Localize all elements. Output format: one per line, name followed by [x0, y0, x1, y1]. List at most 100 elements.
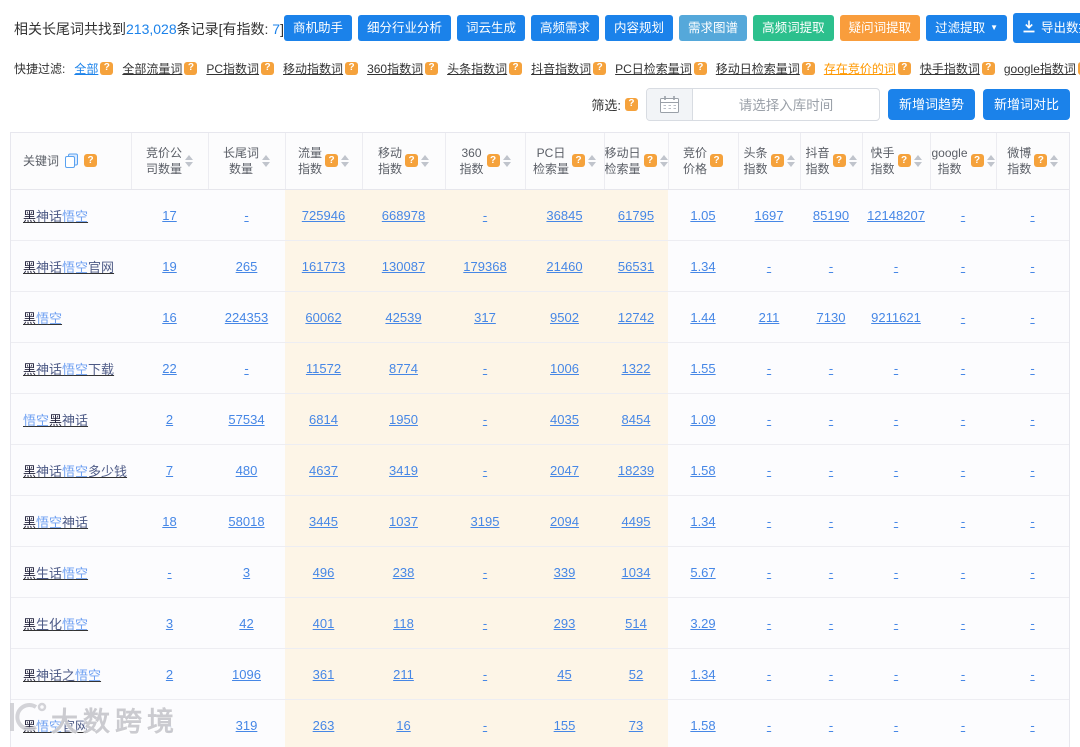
cell-link[interactable]: 2	[166, 412, 173, 427]
quick-filter-link[interactable]: 移动日检索量词	[716, 60, 800, 77]
quick-filter-link[interactable]: google指数词	[1004, 60, 1076, 77]
cell-link[interactable]: -	[961, 565, 965, 580]
cell-link[interactable]: -	[894, 361, 898, 376]
cell-link[interactable]: 1.58	[690, 463, 715, 478]
sort-control[interactable]	[341, 154, 349, 167]
cell-link[interactable]: -	[894, 514, 898, 529]
help-icon[interactable]: ?	[897, 61, 911, 75]
cell-link[interactable]: 16	[162, 310, 176, 325]
cell-link[interactable]: -	[167, 718, 171, 733]
cell-link[interactable]: 480	[236, 463, 258, 478]
copy-icon[interactable]	[64, 153, 79, 169]
quick-filter-link[interactable]: 全部	[74, 60, 98, 77]
word-cloud-generate-button[interactable]: 词云生成	[457, 14, 526, 41]
filter-extract-button[interactable]: 过滤提取 ▼	[926, 14, 1008, 41]
cell-link[interactable]: 4035	[550, 412, 579, 427]
cell-link[interactable]: 130087	[382, 259, 425, 274]
quick-filter-link[interactable]: 存在竞价的词	[824, 60, 896, 77]
cell-link[interactable]: 3	[166, 616, 173, 631]
business-helper-button[interactable]: 商机助手	[283, 14, 352, 41]
cell-link[interactable]: -	[961, 616, 965, 631]
help-icon[interactable]: ?	[710, 154, 723, 168]
cell-link[interactable]: -	[767, 667, 771, 682]
new-word-compare-button[interactable]: 新增词对比	[982, 88, 1070, 120]
keyword-link[interactable]: 黑神话悟空	[23, 209, 88, 224]
help-icon[interactable]: ?	[509, 61, 523, 75]
new-word-trend-button[interactable]: 新增词趋势	[887, 88, 975, 120]
cell-link[interactable]: 1.55	[690, 361, 715, 376]
cell-link[interactable]: 1037	[389, 514, 418, 529]
cell-link[interactable]: -	[483, 361, 487, 376]
cell-link[interactable]: -	[1030, 565, 1034, 580]
help-icon[interactable]: ?	[84, 154, 98, 168]
cell-link[interactable]: 339	[554, 565, 576, 580]
sort-control[interactable]	[986, 154, 995, 167]
cell-link[interactable]: 1006	[550, 361, 579, 376]
help-icon[interactable]: ?	[981, 61, 995, 75]
cell-link[interactable]: 9211621	[871, 310, 921, 325]
cell-link[interactable]: 401	[313, 616, 335, 631]
keyword-link[interactable]: 黑生话悟空	[23, 566, 88, 581]
cell-link[interactable]: -	[829, 565, 833, 580]
sort-control[interactable]	[502, 154, 511, 167]
cell-link[interactable]: 5.67	[690, 565, 715, 580]
cell-link[interactable]: 2047	[550, 463, 579, 478]
export-data-button[interactable]: 导出数据	[1013, 13, 1080, 43]
cell-link[interactable]: -	[483, 412, 487, 427]
cell-link[interactable]: 3445	[309, 514, 338, 529]
cell-link[interactable]: -	[767, 259, 771, 274]
cell-link[interactable]: -	[829, 616, 833, 631]
cell-link[interactable]: 211	[759, 310, 780, 325]
cell-link[interactable]: -	[244, 208, 248, 223]
cell-link[interactable]: -	[1030, 310, 1034, 325]
cell-link[interactable]: 3195	[471, 514, 500, 529]
cell-link[interactable]: 58018	[228, 514, 264, 529]
help-icon[interactable]: ?	[572, 154, 585, 168]
cell-link[interactable]: -	[167, 565, 171, 580]
cell-link[interactable]: 6814	[309, 412, 338, 427]
cell-link[interactable]: -	[767, 565, 771, 580]
cell-link[interactable]: -	[1030, 208, 1034, 223]
cell-link[interactable]: 317	[474, 310, 496, 325]
cell-link[interactable]: 57534	[228, 412, 264, 427]
keyword-link[interactable]: 黑悟空	[23, 311, 62, 326]
quick-filter-link[interactable]: 移动指数词	[283, 60, 343, 77]
cell-link[interactable]: 12742	[618, 310, 654, 325]
high-frequency-word-extract-button[interactable]: 高频词提取	[753, 14, 834, 41]
cell-link[interactable]: -	[961, 667, 965, 682]
cell-link[interactable]: 18239	[618, 463, 654, 478]
cell-link[interactable]: -	[1030, 718, 1034, 733]
cell-link[interactable]: 4495	[622, 514, 651, 529]
cell-link[interactable]: 265	[236, 259, 258, 274]
cell-link[interactable]: 2	[166, 667, 173, 682]
cell-link[interactable]: 3	[243, 565, 250, 580]
cell-link[interactable]: 56531	[618, 259, 654, 274]
keyword-link[interactable]: 黑神话悟空官网	[23, 260, 114, 275]
keyword-link[interactable]: 黑神话悟空下载	[23, 362, 114, 377]
cell-link[interactable]: -	[894, 259, 898, 274]
help-icon[interactable]: ?	[801, 61, 815, 75]
help-icon[interactable]: ?	[643, 154, 657, 168]
keyword-link[interactable]: 黑悟空官网	[23, 719, 88, 734]
help-icon[interactable]: ?	[693, 61, 707, 75]
cell-link[interactable]: -	[767, 463, 771, 478]
cell-link[interactable]: 19	[162, 259, 176, 274]
quick-filter-link[interactable]: PC日检索量词	[615, 60, 692, 77]
cell-link[interactable]: 7	[166, 463, 173, 478]
cell-link[interactable]: 45	[557, 667, 571, 682]
help-icon[interactable]: ?	[1034, 154, 1048, 168]
cell-link[interactable]: 42539	[385, 310, 421, 325]
cell-link[interactable]: 61795	[618, 208, 654, 223]
cell-link[interactable]: 179368	[463, 259, 506, 274]
cell-link[interactable]: 42	[239, 616, 253, 631]
cell-link[interactable]: 1034	[622, 565, 651, 580]
cell-link[interactable]: 16	[396, 718, 410, 733]
cell-link[interactable]: 4637	[309, 463, 338, 478]
help-icon[interactable]: ?	[770, 154, 784, 168]
cell-link[interactable]: 238	[393, 565, 415, 580]
keyword-link[interactable]: 黑神话悟空多少钱	[23, 464, 127, 479]
cell-link[interactable]: 1.05	[690, 208, 715, 223]
cell-link[interactable]: -	[829, 463, 833, 478]
cell-link[interactable]: -	[961, 412, 965, 427]
cell-link[interactable]: -	[961, 361, 965, 376]
